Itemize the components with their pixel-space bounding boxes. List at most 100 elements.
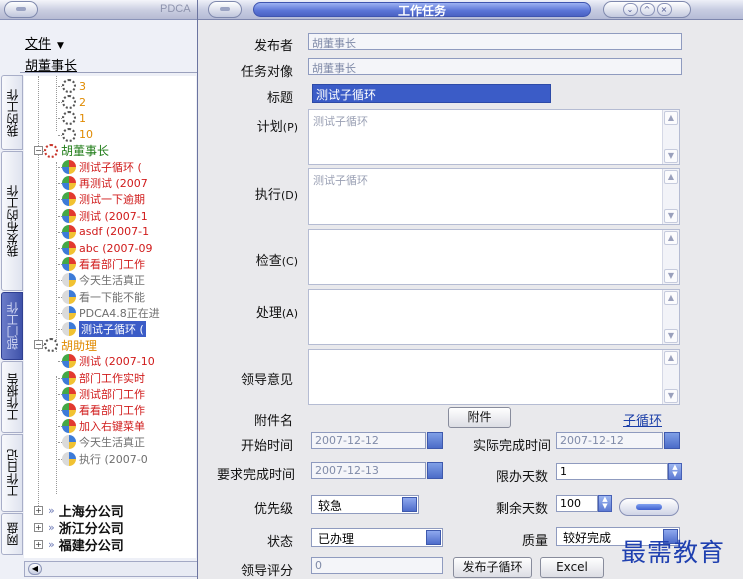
tree-node-task[interactable]: 看看部门工作 (62, 256, 145, 272)
tree-node-task[interactable]: asdf (2007-1 (62, 224, 149, 240)
do-textarea[interactable]: 测试子循环 ▲ ▼ (308, 168, 680, 225)
tree-guide-line (56, 376, 57, 494)
limit-days-spinner[interactable]: ▲ ▼ (668, 463, 682, 480)
expand-icon[interactable]: + (34, 523, 43, 532)
expand-icon[interactable]: + (34, 506, 43, 515)
calendar-icon[interactable] (427, 432, 443, 449)
task-status-icon (62, 224, 76, 239)
tree-node-task[interactable]: 看看部门工作 (62, 402, 145, 418)
scroll-down-icon[interactable]: ▼ (664, 149, 678, 163)
scroll-down-icon[interactable]: ▼ (664, 209, 678, 223)
tree-node-task[interactable]: 今天生活真正 (62, 272, 145, 288)
tab-department-work[interactable]: 部门工作 (1, 292, 23, 360)
horizontal-scrollbar[interactable]: ◀ (24, 561, 199, 577)
excel-button[interactable]: Excel (540, 557, 604, 578)
priority-select[interactable]: 较急 (311, 495, 419, 514)
tree-node-task[interactable]: 再测试 (2007 (62, 175, 148, 191)
status-select[interactable]: 已办理 (311, 528, 443, 547)
tree-node-branch[interactable]: » 上海分公司 (48, 502, 124, 520)
subject-field[interactable]: 测试子循环 (312, 84, 551, 103)
act-textarea[interactable]: ▲ ▼ (308, 289, 680, 345)
tree-node-task[interactable]: 1 (62, 110, 86, 126)
scroll-up-icon[interactable]: ▲ (664, 351, 678, 365)
tree-node-task[interactable]: 3 (62, 78, 86, 94)
window-controls: ⌄ ^ × (603, 1, 691, 18)
minimize-icon[interactable]: ⌄ (622, 3, 638, 16)
sub-loop-link[interactable]: 子循环 (623, 410, 662, 429)
tree-node-task[interactable]: 测试一下逾期 (62, 191, 145, 207)
limit-days-field[interactable]: 1 (556, 463, 668, 480)
tree-node-task[interactable]: 10 (62, 127, 93, 143)
tree-node-label: 测试一下逾期 (79, 193, 145, 207)
collapse-icon[interactable]: − (34, 340, 43, 350)
plan-scrollbar[interactable]: ▲ ▼ (662, 110, 679, 164)
file-menu[interactable]: 文件 ▼ (25, 33, 64, 52)
required-finish-label: 要求完成时间 (216, 468, 295, 483)
calendar-icon[interactable] (427, 462, 443, 479)
tree-node-branch[interactable]: » 福建分公司 (48, 536, 124, 554)
maximize-icon[interactable]: ^ (639, 3, 655, 16)
tree-node-task[interactable]: PDCA4.8正在进 (62, 305, 160, 321)
tab-label: 工作日记 (5, 449, 20, 497)
publish-sub-loop-button[interactable]: 发布子循环 (453, 557, 532, 578)
dialog-menu-orb[interactable] (208, 1, 242, 18)
tree-node-task[interactable]: 测试 (2007-10 (62, 353, 155, 369)
do-scrollbar[interactable]: ▲ ▼ (662, 169, 679, 224)
tab-network-disk[interactable]: 网盘 (1, 513, 23, 555)
tree-node-person[interactable]: 胡董事长 (44, 143, 109, 159)
scroll-left-icon[interactable]: ◀ (28, 563, 42, 575)
act-scrollbar[interactable]: ▲ ▼ (662, 290, 679, 344)
tab-label: 网盘 (5, 522, 20, 546)
attachment-button[interactable]: 附件 (448, 407, 511, 428)
required-finish-field[interactable]: 2007-12-13 (311, 462, 426, 479)
tab-work-report[interactable]: 工作报告 (1, 361, 23, 433)
actual-finish-field[interactable]: 2007-12-12 (556, 432, 663, 449)
scroll-down-icon[interactable]: ▼ (664, 389, 678, 403)
tree-node-task[interactable]: 测试子循环 ( (62, 321, 146, 337)
tree-node-label: 胡助理 (61, 338, 98, 353)
tree-node-task[interactable]: 执行 (2007-0 (62, 451, 148, 467)
close-icon[interactable]: × (656, 3, 672, 16)
plan-textarea[interactable]: 测试子循环 ▲ ▼ (308, 109, 680, 165)
leader-opinion-scrollbar[interactable]: ▲ ▼ (662, 350, 679, 404)
chevron-down-icon[interactable] (426, 530, 441, 545)
scroll-down-icon[interactable]: ▼ (664, 329, 678, 343)
priority-label: 优先级 (253, 502, 293, 517)
expand-icon[interactable]: + (34, 540, 43, 549)
tab-my-work[interactable]: 我的工作 (1, 75, 23, 150)
leader-score-field[interactable]: 0 (311, 557, 443, 574)
tree-node-task[interactable]: 部门工作实时 (62, 370, 145, 386)
tree-node-task[interactable]: abc (2007-09 (62, 240, 153, 256)
leader-opinion-textarea[interactable]: ▲ ▼ (308, 349, 680, 405)
tab-published-work[interactable]: 我发布的工作 (1, 151, 23, 291)
check-key: (C) (281, 255, 298, 268)
remain-days-field[interactable]: 100 (556, 495, 598, 512)
scroll-up-icon[interactable]: ▲ (664, 170, 678, 184)
tree-node-task[interactable]: 测试 (2007-1 (62, 208, 148, 224)
start-time-field[interactable]: 2007-12-12 (311, 432, 426, 449)
scroll-down-icon[interactable]: ▼ (664, 269, 678, 283)
check-scrollbar[interactable]: ▲ ▼ (662, 230, 679, 284)
calendar-icon[interactable] (664, 432, 680, 449)
scroll-up-icon[interactable]: ▲ (664, 231, 678, 245)
remain-days-spinner[interactable]: ▲ ▼ (598, 495, 612, 512)
tree-node-task[interactable]: 测试部门工作 (62, 386, 145, 402)
tree-node-task[interactable]: 2 (62, 94, 86, 110)
collapse-icon[interactable]: − (34, 145, 43, 155)
chevron-down-icon[interactable] (402, 497, 417, 512)
check-textarea[interactable]: ▲ ▼ (308, 229, 680, 285)
tree-node-task[interactable]: 加入右键菜单 (62, 418, 145, 434)
tree-node-branch[interactable]: » 浙江分公司 (48, 519, 124, 537)
tree-node-task[interactable]: 测试子循环 ( (62, 159, 142, 175)
scroll-up-icon[interactable]: ▲ (664, 291, 678, 305)
window-menu-orb[interactable] (4, 1, 38, 18)
tree-node-person[interactable]: 胡助理 (44, 337, 97, 353)
task-status-icon (62, 160, 76, 174)
scroll-up-icon[interactable]: ▲ (664, 111, 678, 125)
tree-node-label: 测试子循环 ( (79, 161, 142, 174)
publisher-field: 胡董事长 (308, 33, 682, 50)
tree-node-task[interactable]: 今天生活真正 (62, 434, 145, 450)
progress-pill-icon[interactable] (619, 498, 679, 516)
tree-node-task[interactable]: 看一下能不能 (62, 289, 145, 305)
tab-work-diary[interactable]: 工作日记 (1, 434, 23, 512)
